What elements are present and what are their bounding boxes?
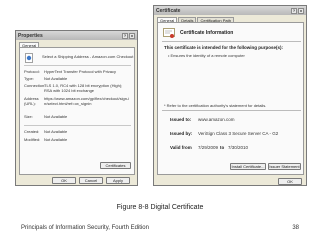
type-label: Type: [24,76,34,81]
valid-to-value: 7/30/2010 [228,145,249,150]
certificate-icon [163,28,175,38]
created-value: Not Available [44,129,68,134]
close-button[interactable]: x [298,7,304,14]
row-created: Created: Not Available [24,129,132,135]
address-label: Address (URL): [24,96,39,106]
footer-course-title: Principals of Information Security, Four… [21,225,149,231]
row-modified: Modified: Not Available [24,137,132,143]
row-size: Size: Not Available [24,114,132,120]
purpose-title: This certificate is intended for the fol… [164,45,284,50]
cancel-button[interactable]: Cancel [79,177,103,184]
valid-from-label: Valid from [170,145,192,150]
properties-title: Properties [18,32,43,39]
address-value[interactable]: https://www.amazon.com/gp/flex/checkout/… [44,96,130,106]
install-certificate-button[interactable]: Install Certificate... [230,163,266,170]
details-divider [162,110,301,111]
issued-to-value: www.amazon.com [198,117,235,122]
size-label: Size: [24,114,33,119]
web-page-icon [25,53,33,63]
row-type: Type: Not Available [24,76,132,82]
created-label: Created: [24,129,40,134]
help-button[interactable]: ? [122,32,128,39]
valid-from-value: 7/29/2009 [198,145,219,150]
certificate-titlebar[interactable]: Certificate ? x [154,6,306,15]
row-address: Address (URL): https://www.amazon.com/gp… [24,96,132,106]
footer-page-number: 38 [292,225,299,231]
row-connection: Connection: TLS 1.0, RC4 with 128 bit en… [24,83,132,93]
issuer-statement-button[interactable]: Issuer Statement [268,163,301,170]
properties-window: Properties ? x General Select a Shipping… [15,30,138,186]
ok-button[interactable]: OK [278,178,302,185]
purpose-item: • Ensures the identity of a remote compu… [168,53,245,58]
certificate-window: Certificate ? x General Details Certific… [153,5,307,186]
valid-to-label: to [220,145,225,150]
protocol-value: HyperText Transfer Protocol with Privacy [44,69,117,74]
info-divider [162,41,301,42]
certificate-panel: Certificate Information This certificate… [157,22,304,175]
issued-to-label: Issued to: [170,117,192,122]
apply-button[interactable]: Apply [106,177,130,184]
separator-top [24,65,131,66]
figure-caption: Figure 8-8 Digital Certificate [116,204,204,211]
type-value: Not Available [44,76,68,81]
issued-by-value: VeriSign Class 3 Secure Server CA - G2 [198,131,279,136]
row-protocol: Protocol: HyperText Transfer Protocol wi… [24,69,132,75]
properties-titlebar[interactable]: Properties ? x [16,31,137,40]
connection-value: TLS 1.0, RC4 with 128 bit encryption (Hi… [44,83,123,93]
issued-by-label: Issued by: [170,131,193,136]
certificates-button[interactable]: Certificates [100,162,131,169]
close-button[interactable]: x [129,32,135,39]
protocol-label: Protocol: [24,69,40,74]
page-heading: Select a Shipping Address - Amazon.com C… [42,54,134,59]
size-value: Not Available [44,114,68,119]
properties-panel: Select a Shipping Address - Amazon.com C… [19,47,135,175]
ok-button[interactable]: OK [52,177,76,184]
help-button[interactable]: ? [291,7,297,14]
separator-mid [24,125,131,126]
refer-note: * Refer to the certification authority's… [164,103,267,108]
modified-value: Not Available [44,137,68,142]
certificate-title: Certificate [156,7,181,14]
certificate-info-title: Certificate Information [180,30,234,36]
connection-label: Connection: [24,83,46,88]
modified-label: Modified: [24,137,41,142]
